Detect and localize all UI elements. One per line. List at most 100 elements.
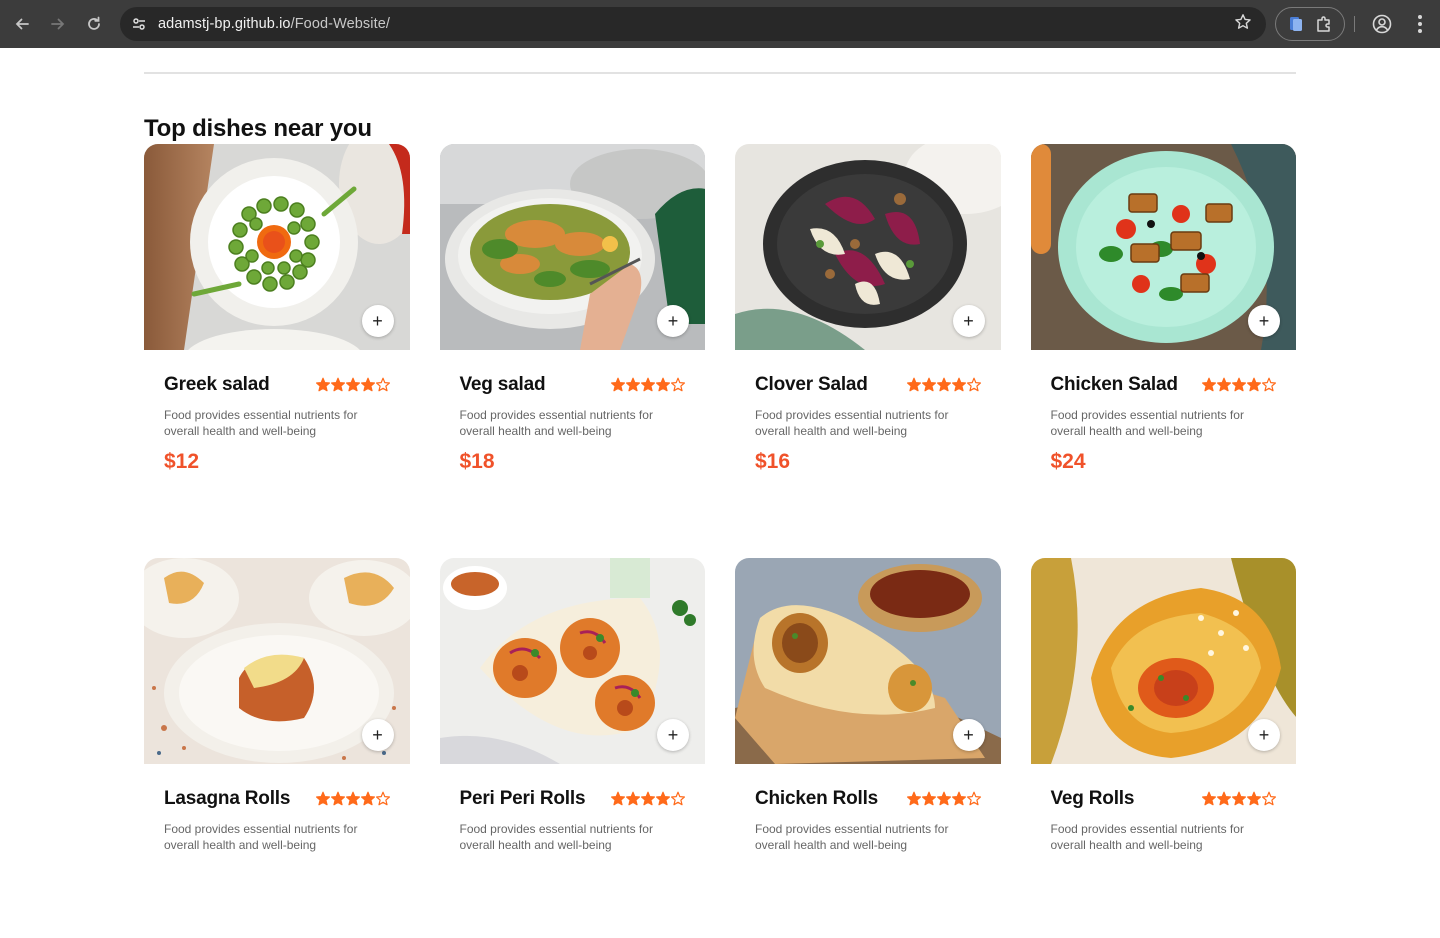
plus-icon: + — [1258, 724, 1270, 745]
star-icon — [345, 377, 360, 392]
back-button[interactable] — [4, 6, 40, 42]
toolbar-divider — [1354, 16, 1355, 32]
dish-name: Peri Peri Rolls — [459, 788, 586, 809]
dish-card[interactable]: + Veg salad Food provides essential nutr… — [439, 144, 706, 524]
star-icon — [656, 377, 670, 392]
rating-stars — [906, 377, 981, 393]
star-icon — [656, 791, 670, 806]
rating-stars — [906, 791, 981, 807]
dish-name: Clover Salad — [755, 374, 868, 395]
dish-card[interactable]: + Clover Salad Food provides essential n… — [735, 144, 1001, 524]
dish-price: $18 — [459, 450, 495, 473]
url-path: /Food-Website/ — [290, 16, 391, 32]
dish-image: + — [1030, 558, 1296, 764]
dish-image: + — [735, 144, 1001, 350]
dish-description: Food provides essential nutrients for ov… — [459, 408, 653, 438]
dish-card[interactable]: + Chicken Salad Food provides essential … — [1030, 144, 1297, 524]
dish-name: Veg salad — [459, 374, 546, 395]
dish-card[interactable]: + Lasagna Rolls Food provides essential … — [144, 558, 410, 938]
star-icon — [1262, 377, 1276, 392]
rating-stars — [1202, 791, 1276, 807]
star-icon — [921, 377, 936, 392]
extension-doc-icon[interactable] — [1285, 13, 1307, 35]
add-to-cart-button[interactable]: + — [952, 305, 985, 337]
add-to-cart-button[interactable]: + — [361, 719, 394, 751]
dish-info: Greek salad Food provides essential nutr… — [144, 350, 410, 474]
star-icon — [936, 377, 951, 392]
star-icon — [951, 377, 966, 392]
add-to-cart-button[interactable]: + — [1248, 305, 1280, 337]
add-to-cart-button[interactable]: + — [1248, 719, 1280, 751]
dish-image: + — [144, 558, 410, 764]
star-icon — [906, 377, 921, 392]
url-text[interactable]: adamstj-bp.github.io/Food-Website/ — [158, 16, 390, 32]
reload-icon — [88, 16, 100, 30]
star-icon — [641, 377, 655, 392]
dish-image: + — [1030, 144, 1296, 350]
kebab-menu-icon[interactable] — [1408, 12, 1432, 36]
bookmark-star-icon[interactable] — [1234, 13, 1252, 36]
dish-card[interactable]: + Peri Peri Rolls Food provides essentia… — [439, 558, 705, 938]
plus-icon: + — [667, 310, 679, 331]
star-icon — [315, 377, 330, 392]
star-icon — [1247, 377, 1261, 392]
arrow-left-icon — [15, 18, 29, 30]
dish-name: Lasagna Rolls — [164, 788, 291, 809]
puzzle-icon[interactable] — [1313, 13, 1335, 35]
dish-price: $16 — [755, 450, 791, 473]
dish-card[interactable]: + Greek salad Food provides essential nu… — [144, 144, 410, 524]
star-icon — [671, 791, 685, 806]
add-to-cart-button[interactable]: + — [361, 305, 394, 337]
add-to-cart-button[interactable]: + — [952, 719, 985, 751]
star-icon — [315, 791, 330, 806]
rating-stars — [611, 377, 685, 393]
dish-description: Food provides essential nutrients for ov… — [755, 822, 949, 852]
section-divider — [144, 72, 1296, 74]
arrow-right-icon — [51, 18, 65, 30]
dish-description: Food provides essential nutrients for ov… — [1050, 408, 1244, 438]
star-icon — [360, 791, 375, 806]
profile-icon[interactable] — [1370, 12, 1394, 36]
dish-description: Food provides essential nutrients for ov… — [1050, 822, 1244, 852]
star-icon — [1217, 377, 1231, 392]
star-icon — [966, 377, 981, 392]
dish-image: + — [439, 558, 705, 764]
add-to-cart-button[interactable]: + — [657, 305, 689, 337]
star-icon — [906, 791, 921, 806]
dish-price: $12 — [164, 450, 200, 473]
star-icon — [1232, 791, 1246, 806]
dish-info: Veg salad Food provides essential nutrie… — [440, 350, 706, 474]
dish-info: Chicken Salad Food provides essential nu… — [1031, 350, 1297, 474]
dish-card[interactable]: + Chicken Rolls Food provides essential … — [735, 558, 1001, 938]
reload-button[interactable] — [76, 6, 112, 42]
browser-toolbar: adamstj-bp.github.io/Food-Website/ — [0, 0, 1440, 48]
dish-name: Greek salad — [164, 374, 270, 395]
rating-stars — [611, 791, 685, 807]
site-settings-icon[interactable] — [128, 13, 150, 35]
plus-icon: + — [1258, 310, 1270, 331]
rating-stars — [315, 791, 390, 807]
star-icon — [611, 791, 625, 806]
dish-card[interactable]: + Veg Rolls Food provides essential nutr… — [1030, 558, 1297, 938]
dish-info: Veg Rolls Food provides essential nutrie… — [1031, 764, 1297, 853]
dish-info: Clover Salad Food provides essential nut… — [735, 350, 1001, 474]
rating-stars — [1202, 377, 1276, 393]
add-to-cart-button[interactable]: + — [657, 719, 689, 751]
dish-price: $24 — [1050, 450, 1086, 473]
address-bar[interactable]: adamstj-bp.github.io/Food-Website/ — [120, 7, 1266, 41]
star-icon — [641, 791, 655, 806]
plus-icon: + — [372, 724, 383, 745]
star-icon — [375, 791, 390, 806]
dish-image: + — [735, 558, 1001, 764]
plus-icon: + — [667, 724, 679, 745]
dish-name: Veg Rolls — [1050, 788, 1135, 809]
star-icon — [626, 377, 640, 392]
star-icon — [345, 791, 360, 806]
url-host: adamstj-bp.github.io — [158, 16, 291, 32]
plus-icon: + — [963, 724, 974, 745]
section-title: Top dishes near you — [144, 115, 372, 142]
dish-description: Food provides essential nutrients for ov… — [164, 408, 358, 438]
star-icon — [330, 377, 345, 392]
forward-button[interactable] — [40, 6, 76, 42]
extensions-group — [1275, 7, 1345, 41]
